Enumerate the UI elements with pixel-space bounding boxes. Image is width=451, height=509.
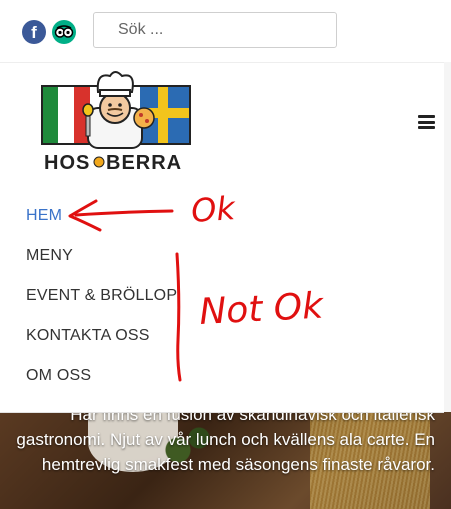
- scrollbar-gutter: [444, 62, 451, 412]
- top-bar: f: [0, 0, 451, 62]
- hos-berra-logo[interactable]: HOS BERRA: [40, 68, 192, 174]
- nav-menu: HEM MENY EVENT & BRÖLLOP KONTAKTA OSS OM…: [0, 181, 444, 413]
- social-links: f: [22, 20, 76, 44]
- facebook-icon[interactable]: f: [22, 20, 46, 44]
- nav-item-hem[interactable]: HEM: [26, 207, 62, 225]
- tripadvisor-icon[interactable]: [52, 20, 76, 44]
- tripadvisor-owl-glyph: [54, 25, 74, 38]
- nav-item-event-brollop[interactable]: EVENT & BRÖLLOP: [26, 287, 177, 305]
- search-input[interactable]: [93, 12, 337, 48]
- hamburger-menu-icon[interactable]: [418, 115, 435, 129]
- hero-text: Här finns en fusion av skandinavisk och …: [16, 405, 435, 474]
- nav-item-meny[interactable]: MENY: [26, 247, 73, 265]
- logo-text-left: HOS: [44, 152, 90, 174]
- nav-item-om-oss[interactable]: OM OSS: [26, 367, 91, 385]
- site-header: HOS BERRA: [0, 62, 444, 182]
- logo-text-right: BERRA: [106, 152, 182, 174]
- nav-item-kontakta-oss[interactable]: KONTAKTA OSS: [26, 327, 150, 345]
